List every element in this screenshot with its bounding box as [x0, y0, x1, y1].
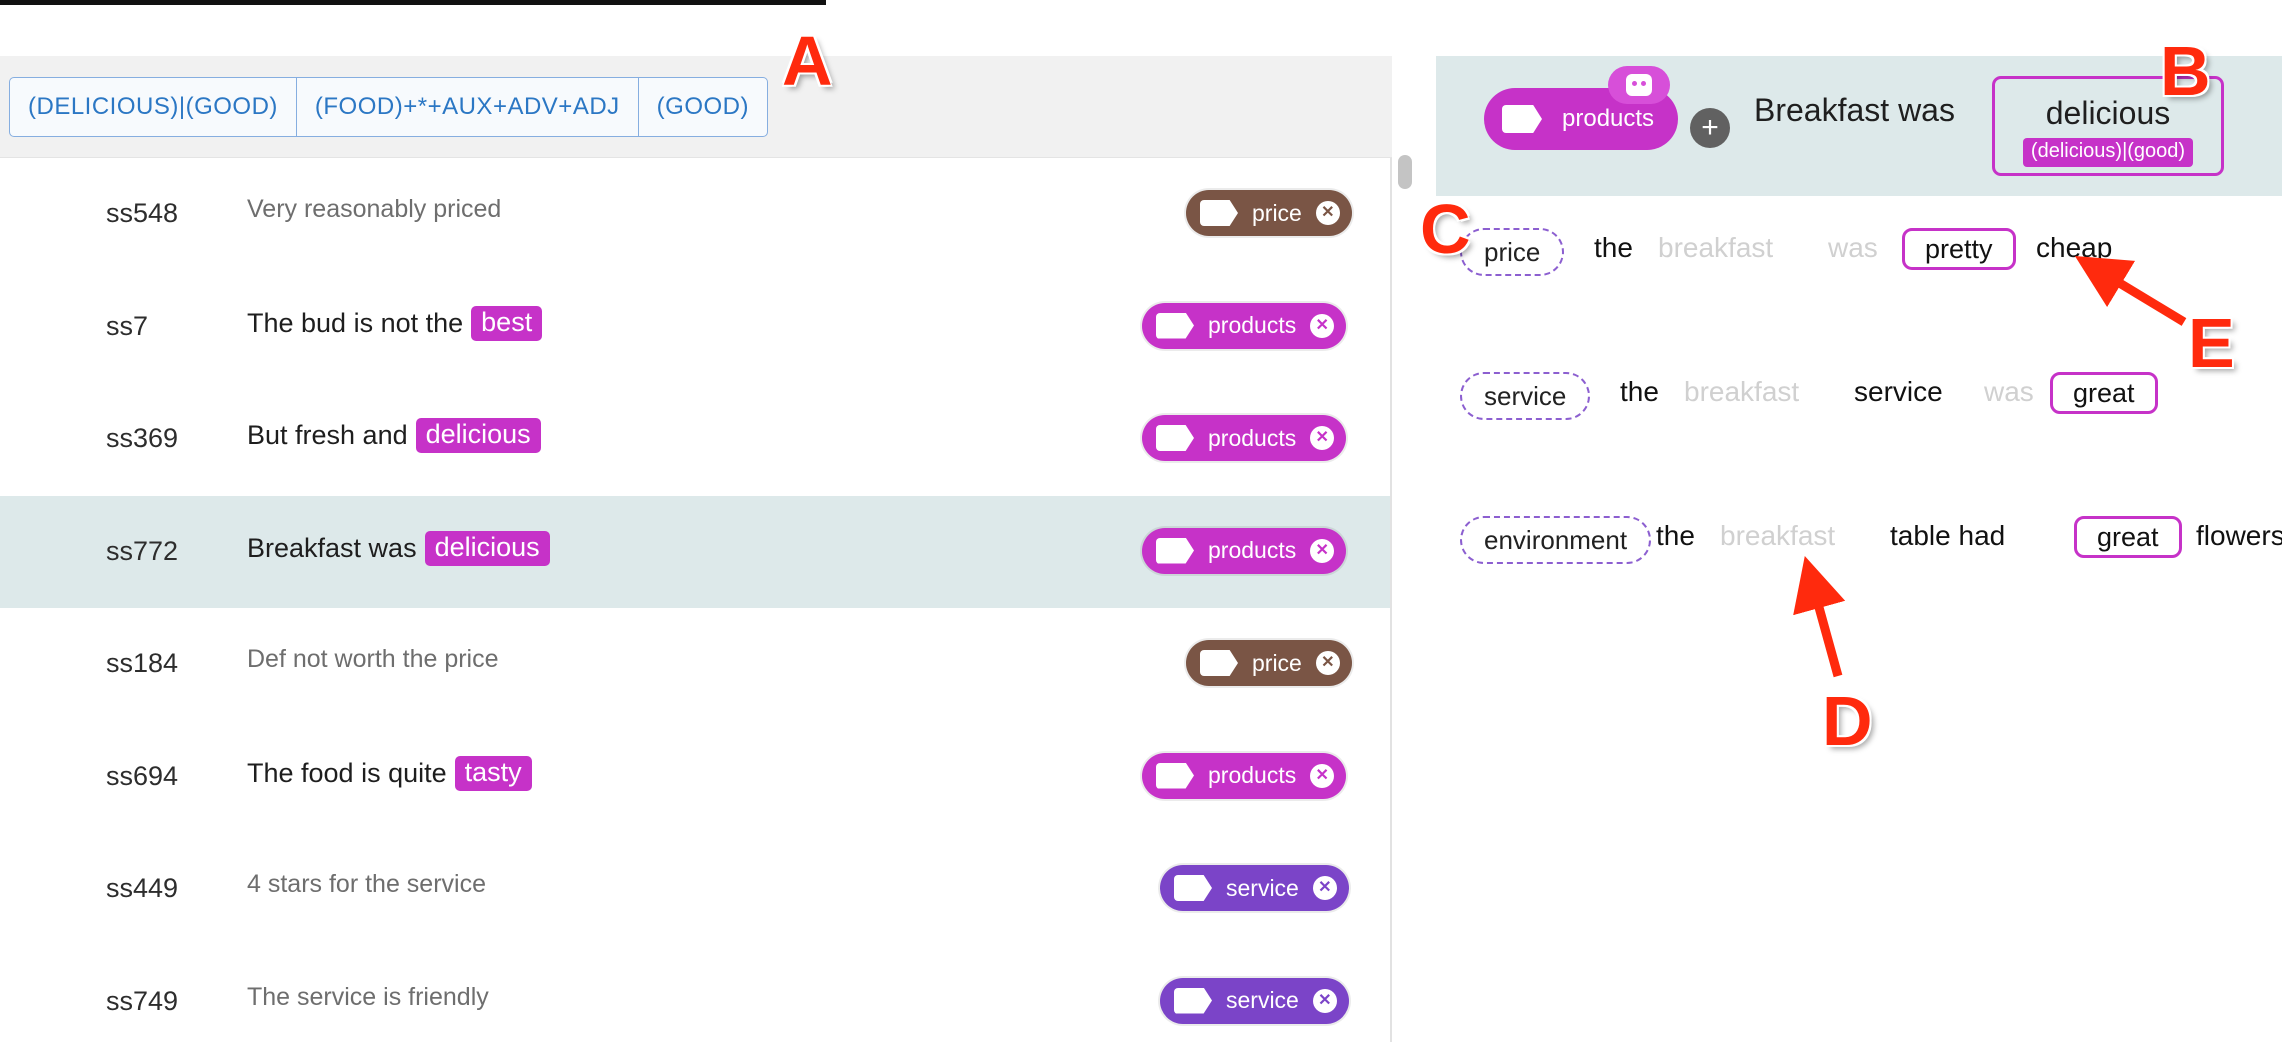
callout-arrows	[1793, 256, 2187, 678]
arrow-d	[1793, 555, 1846, 678]
arrow-e	[2074, 256, 2187, 326]
